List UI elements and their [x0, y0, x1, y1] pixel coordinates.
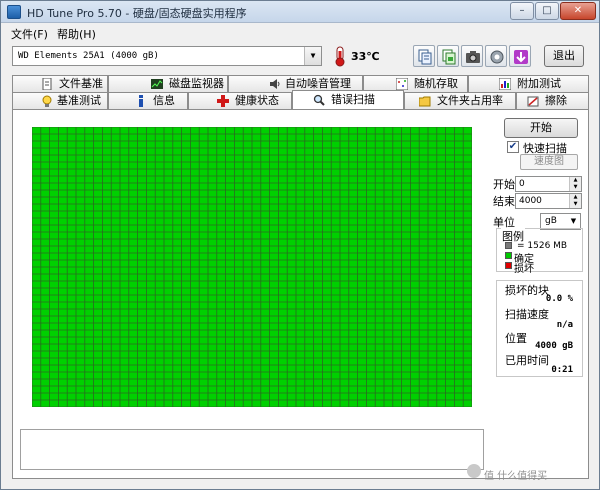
end-field[interactable]: 4000 ▲ ▼: [515, 193, 582, 209]
tab-erase[interactable]: 擦除: [516, 92, 589, 109]
tab-label: 随机存取: [414, 77, 458, 90]
spin-down-icon[interactable]: ▼: [569, 201, 581, 208]
random-access-icon: [396, 78, 408, 90]
tab-label: 信息: [153, 94, 175, 107]
exit-button[interactable]: 退出: [544, 45, 584, 67]
position-value: 4000 gB: [535, 341, 573, 351]
tab-label: 基准测试: [57, 94, 101, 107]
menu-file[interactable]: 文件(F): [11, 26, 48, 42]
block-map-gridlines: [32, 127, 472, 407]
benchmark-icon: [42, 95, 52, 107]
temperature-readout: 33℃: [351, 50, 380, 63]
end-field-value: 4000: [519, 196, 542, 206]
minimize-button[interactable]: –: [510, 2, 534, 20]
tab-benchmark[interactable]: 基准测试: [12, 92, 108, 109]
end-field-label: 结束: [493, 195, 515, 208]
tab-file-benchmark[interactable]: 文件基准: [12, 75, 108, 92]
start-button[interactable]: 开始: [504, 118, 578, 138]
extra-tests-icon: [499, 78, 511, 90]
magnifier-icon: [313, 94, 325, 106]
tab-label: 健康状态: [235, 94, 279, 107]
app-window: HD Tune Pro 5.70 - 硬盘/固态硬盘实用程序 – □ ✕ 文件(…: [0, 0, 600, 490]
download-button[interactable]: [509, 45, 531, 67]
quick-scan-checkbox[interactable]: ✔: [507, 141, 519, 153]
menu-bar: 文件(F) 帮助(H): [1, 23, 599, 42]
spin-up-icon[interactable]: ▲: [569, 177, 581, 184]
camera-button[interactable]: [461, 45, 483, 67]
block-size-swatch: [505, 242, 512, 249]
damaged-label: 损坏: [514, 264, 534, 275]
tab-label: 文件基准: [59, 77, 103, 90]
toolbar: WD Elements 25A1 (4000 gB) ▼ 33℃ 退出: [1, 42, 599, 72]
chevron-down-icon[interactable]: ▼: [304, 47, 321, 65]
drive-select[interactable]: WD Elements 25A1 (4000 gB) ▼: [12, 46, 322, 66]
settings-button[interactable]: [485, 45, 507, 67]
copy-text-button[interactable]: [413, 45, 435, 67]
tab-disk-monitor[interactable]: 磁盘监视器: [108, 75, 228, 92]
tab-label: 自动噪音管理: [285, 77, 351, 90]
tab-label: 擦除: [545, 94, 567, 107]
settings-icon: [490, 50, 504, 64]
window-title: HD Tune Pro 5.70 - 硬盘/固态硬盘实用程序: [27, 7, 247, 20]
folder-icon: [419, 96, 431, 107]
start-field-value: 0: [519, 179, 525, 189]
speaker-icon: [270, 79, 280, 89]
tabs-row-2: 基准测试 信息 健康状态 错误扫描 文件夹占用率 擦除: [12, 90, 589, 109]
menu-help[interactable]: 帮助(H): [57, 26, 96, 42]
damaged-swatch: [505, 262, 512, 269]
tab-folder-usage[interactable]: 文件夹占用率: [404, 92, 516, 109]
camera-icon: [466, 51, 480, 63]
info-icon: [139, 95, 143, 107]
drive-select-value: WD Elements 25A1 (4000 gB): [18, 51, 159, 61]
title-bar: HD Tune Pro 5.70 - 硬盘/固态硬盘实用程序 – □ ✕: [1, 1, 599, 23]
tab-label: 错误扫描: [331, 93, 375, 106]
scan-log-box[interactable]: [20, 429, 484, 470]
download-icon: [514, 50, 528, 64]
speed-map-button[interactable]: 速度图: [520, 154, 578, 170]
tab-health[interactable]: 健康状态: [188, 92, 292, 109]
error-scan-panel: 开始 ✔ 快速扫描 速度图 开始 0 ▲ ▼ 结束 4000 ▲ ▼ 单位 gB…: [12, 109, 589, 479]
start-field[interactable]: 0 ▲ ▼: [515, 176, 582, 192]
tab-label: 文件夹占用率: [437, 94, 503, 107]
tab-extra-tests[interactable]: 附加测试: [468, 75, 589, 92]
ok-swatch: [505, 252, 512, 259]
tab-error-scan[interactable]: 错误扫描: [292, 90, 404, 109]
start-field-label: 开始: [493, 178, 515, 191]
app-icon: [7, 5, 21, 19]
spin-down-icon[interactable]: ▼: [569, 184, 581, 191]
copy-screenshot-icon: [442, 49, 456, 65]
elapsed-time-value: 0:21: [551, 365, 573, 375]
copy-screenshot-button[interactable]: [437, 45, 459, 67]
watermark-text: 值 什么值得买: [484, 471, 548, 482]
chevron-down-icon[interactable]: ▼: [568, 215, 579, 228]
spin-up-icon[interactable]: ▲: [569, 194, 581, 201]
damaged-blocks-value: 0.0 %: [545, 294, 573, 304]
thermometer-icon: [335, 46, 345, 67]
unit-select-value: gB: [545, 216, 557, 226]
erase-icon: [527, 96, 539, 107]
close-button[interactable]: ✕: [560, 2, 596, 20]
block-map: [32, 127, 472, 407]
maximize-button[interactable]: □: [535, 2, 559, 20]
tab-label: 附加测试: [517, 77, 561, 90]
watermark-logo-icon: [467, 464, 481, 478]
block-map-grid: [32, 127, 472, 407]
file-benchmark-icon: [42, 78, 52, 90]
scan-speed-value: n/a: [556, 320, 573, 330]
tab-info[interactable]: 信息: [108, 92, 188, 109]
disk-monitor-icon: [151, 79, 163, 89]
tab-label: 磁盘监视器: [169, 77, 224, 90]
copy-text-icon: [418, 49, 432, 65]
health-icon: [217, 95, 229, 107]
